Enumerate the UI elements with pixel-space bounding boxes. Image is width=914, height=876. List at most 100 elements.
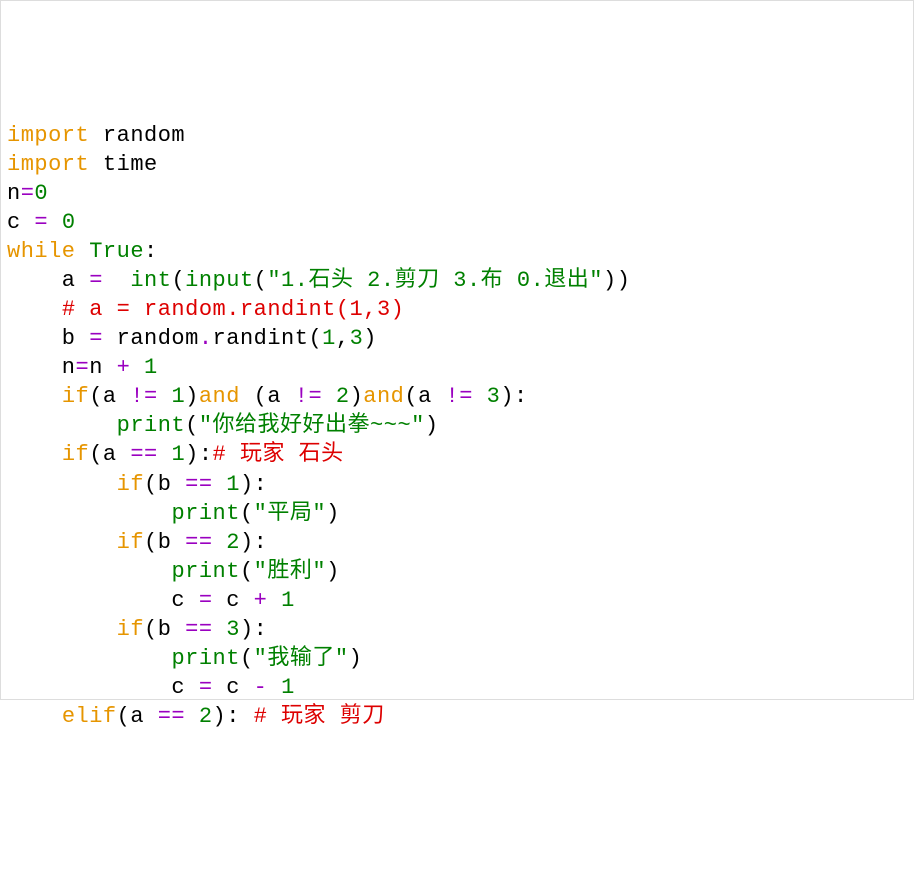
code-line: import time <box>7 150 907 179</box>
code-token-name <box>267 588 281 613</box>
code-token-kw: import <box>7 123 89 148</box>
code-token-name <box>158 442 172 467</box>
code-token-op: == <box>158 704 185 729</box>
code-token-name <box>213 530 227 555</box>
code-token-punct: (a <box>89 442 130 467</box>
code-line: if(b == 3): <box>7 615 907 644</box>
code-token-punct: ) <box>350 384 364 409</box>
code-token-kw: import <box>7 152 89 177</box>
code-token-name: n <box>7 355 76 380</box>
code-token-kw: elif <box>62 704 117 729</box>
code-token-op: = <box>76 355 90 380</box>
code-token-name: time <box>103 152 158 177</box>
code-token-name <box>103 268 130 293</box>
code-line: print("你给我好好出拳~~~") <box>7 411 907 440</box>
code-token-punct: (b <box>144 472 185 497</box>
code-token-name <box>7 442 62 467</box>
code-token-name: n <box>89 355 116 380</box>
code-token-op: != <box>295 384 322 409</box>
code-token-op: == <box>185 472 212 497</box>
code-token-name: c <box>213 675 254 700</box>
code-line: elif(a == 2): # 玩家 剪刀 <box>7 702 907 731</box>
code-token-name <box>7 384 62 409</box>
code-token-name: random <box>103 123 185 148</box>
code-token-punct: (b <box>144 617 185 642</box>
code-token-name <box>76 239 90 264</box>
code-token-punct: ) <box>425 413 439 438</box>
code-token-op: - <box>254 675 268 700</box>
code-token-str: "平局" <box>254 501 326 526</box>
code-token-comment: # 玩家 石头 <box>213 442 344 467</box>
code-token-num: 1 <box>171 384 185 409</box>
code-token-punct: ): <box>240 472 267 497</box>
code-token-punct: ): <box>240 530 267 555</box>
code-token-name <box>473 384 487 409</box>
code-token-name: c <box>7 675 199 700</box>
code-line: if(a == 1):# 玩家 石头 <box>7 440 907 469</box>
code-token-num: 1 <box>281 675 295 700</box>
code-token-op: = <box>21 181 35 206</box>
code-token-name <box>7 530 117 555</box>
code-token-name: random <box>103 326 199 351</box>
code-token-name: c <box>213 588 254 613</box>
code-line: while True: <box>7 237 907 266</box>
code-token-num: 1 <box>322 326 336 351</box>
code-line: c = 0 <box>7 208 907 237</box>
code-token-name <box>213 617 227 642</box>
code-token-str: "胜利" <box>254 559 326 584</box>
code-token-punct: ( <box>308 326 322 351</box>
code-token-op: != <box>130 384 157 409</box>
code-token-name <box>48 210 62 235</box>
code-line: n=n + 1 <box>7 353 907 382</box>
code-token-comment: # a = random.randint(1,3) <box>62 297 405 322</box>
code-token-punct: ): <box>500 384 527 409</box>
code-line: print("平局") <box>7 499 907 528</box>
code-token-kw: and <box>363 384 404 409</box>
code-line: # a = random.randint(1,3) <box>7 295 907 324</box>
code-token-punct: ): <box>213 704 254 729</box>
code-token-punct: ( <box>254 268 268 293</box>
code-token-punct: (b <box>144 530 185 555</box>
code-token-kw: if <box>117 617 144 642</box>
code-token-name <box>213 472 227 497</box>
code-token-name <box>89 152 103 177</box>
code-token-punct: ( <box>171 268 185 293</box>
code-token-num: 1 <box>171 442 185 467</box>
code-token-punct: ( <box>240 501 254 526</box>
code-token-name <box>7 501 171 526</box>
code-token-punct: ( <box>240 559 254 584</box>
code-token-name <box>7 646 171 671</box>
code-token-num: 2 <box>226 530 240 555</box>
code-token-op: == <box>185 617 212 642</box>
code-token-name: randint <box>213 326 309 351</box>
code-token-name: n <box>7 181 21 206</box>
code-token-num: 1 <box>281 588 295 613</box>
code-token-name <box>130 355 144 380</box>
code-token-name <box>7 559 171 584</box>
code-token-num: 1 <box>226 472 240 497</box>
code-line: if(b == 1): <box>7 470 907 499</box>
code-token-name <box>89 123 103 148</box>
code-token-builtin: int <box>130 268 171 293</box>
code-token-builtin: print <box>171 559 240 584</box>
code-token-punct: : <box>144 239 158 264</box>
code-token-punct: (a <box>404 384 445 409</box>
code-token-num: 0 <box>34 181 48 206</box>
code-token-punct: ) <box>185 384 199 409</box>
code-token-builtin: print <box>171 501 240 526</box>
code-token-op: == <box>130 442 157 467</box>
code-token-num: 3 <box>226 617 240 642</box>
code-token-num: 1 <box>144 355 158 380</box>
code-token-name <box>267 675 281 700</box>
code-token-punct: ( <box>240 646 254 671</box>
code-token-kw: while <box>7 239 76 264</box>
code-token-op: != <box>446 384 473 409</box>
code-token-name <box>7 617 117 642</box>
code-token-name: c <box>7 210 34 235</box>
code-token-name <box>7 704 62 729</box>
code-token-op: == <box>185 530 212 555</box>
code-token-op: + <box>117 355 131 380</box>
code-token-punct: ): <box>240 617 267 642</box>
code-token-kw: if <box>117 530 144 555</box>
code-token-op: . <box>199 326 213 351</box>
